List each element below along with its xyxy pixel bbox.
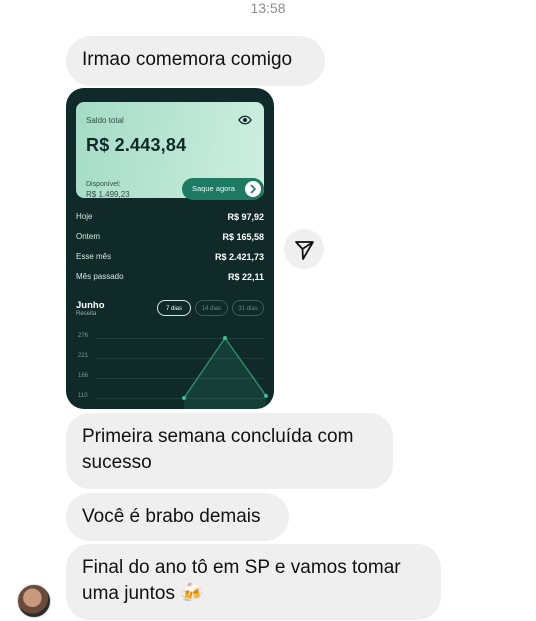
chart-point (223, 336, 227, 340)
message-bubble[interactable]: Final do ano tô em SP e vamos tomar uma … (66, 544, 441, 620)
message-bubble[interactable]: Primeira semana concluída com sucesso (66, 413, 393, 489)
avatar[interactable] (17, 584, 51, 618)
message-bubble[interactable]: Você é brabo demais (66, 493, 289, 541)
message-bubble[interactable]: Irmao comemora comigo (66, 36, 325, 86)
shared-image-card[interactable]: Saldo total R$ 2.443,84 Disponível: R$ 1… (66, 88, 274, 409)
status-time: 13:58 (250, 0, 286, 16)
chart-area (184, 338, 266, 409)
chart-point (264, 393, 268, 398)
revenue-chart (182, 336, 268, 409)
send-icon (295, 241, 314, 260)
share-button[interactable] (284, 229, 324, 269)
chart-point (182, 396, 186, 400)
